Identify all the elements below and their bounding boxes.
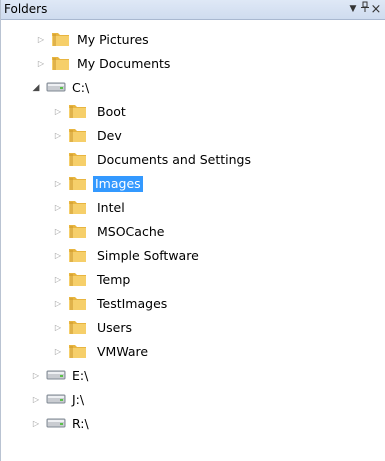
expand-arrow-icon[interactable]: ▷ <box>53 202 63 214</box>
expand-arrow-icon[interactable]: ▷ <box>36 58 46 70</box>
expand-arrow-icon[interactable]: ▷ <box>53 250 63 262</box>
folder-icon <box>68 318 88 336</box>
folders-panel: Folders ▼ × ▷ My Pictures ▷ My Documents… <box>0 0 385 461</box>
expand-arrow-icon[interactable]: ▷ <box>31 370 41 382</box>
tree-item-label: Images <box>93 176 143 192</box>
folder-icon <box>68 222 88 240</box>
folder-icon <box>68 150 88 168</box>
panel-title-bar: Folders ▼ × <box>1 0 385 20</box>
tree-item-label: E:\ <box>72 368 89 383</box>
folder-icon <box>68 174 88 192</box>
expand-arrow-icon[interactable]: ▷ <box>53 106 63 118</box>
folder-icon <box>68 270 88 288</box>
expand-arrow-icon[interactable]: ▷ <box>31 394 41 406</box>
folder-icon <box>68 294 88 312</box>
drive-icon <box>46 80 66 98</box>
drive-icon <box>46 392 66 410</box>
tree-item-label: R:\ <box>72 416 89 431</box>
expand-arrow-icon[interactable]: ▷ <box>53 130 63 142</box>
tree-item-label: My Documents <box>77 56 171 71</box>
collapse-arrow-icon[interactable]: ◢ <box>31 82 41 94</box>
expand-arrow-icon[interactable]: ▷ <box>53 298 63 310</box>
tree-item-label: Intel <box>97 200 125 215</box>
expand-arrow-icon[interactable]: ▷ <box>53 226 63 238</box>
folder-icon <box>68 342 88 360</box>
tree-item-label: J:\ <box>72 392 85 407</box>
folder-icon <box>68 126 88 144</box>
expand-arrow-icon[interactable]: ▷ <box>53 322 63 334</box>
tree-item-label: TestImages <box>97 296 168 311</box>
close-icon[interactable]: × <box>370 1 382 18</box>
expand-arrow-icon[interactable]: ▷ <box>53 346 63 358</box>
folder-icon <box>68 198 88 216</box>
expand-arrow-icon[interactable]: ▷ <box>53 274 63 286</box>
drive-icon <box>46 416 66 434</box>
tree-item-label: Dev <box>97 128 122 143</box>
dropdown-icon[interactable]: ▼ <box>347 1 359 18</box>
folder-icon <box>51 30 71 48</box>
tree-item-label: Users <box>97 320 133 335</box>
tree-item-label: Boot <box>97 104 126 119</box>
expand-arrow-icon[interactable]: ▷ <box>31 418 41 430</box>
tree-item-label: C:\ <box>72 80 90 95</box>
tree-item-label: Temp <box>97 272 131 287</box>
tree-item-label: My Pictures <box>77 32 149 47</box>
expand-arrow-icon[interactable]: ▷ <box>53 178 63 190</box>
tree-item-label: Simple Software <box>97 248 199 263</box>
tree-item-label: VMWare <box>97 344 149 359</box>
panel-title: Folders <box>4 2 48 16</box>
drive-icon <box>46 368 66 386</box>
tree-item-label: MSOCache <box>97 224 165 239</box>
tree-item-label: Documents and Settings <box>97 152 252 167</box>
folder-icon <box>68 246 88 264</box>
folder-icon <box>51 54 71 72</box>
folder-icon <box>68 102 88 120</box>
expand-arrow-icon[interactable]: ▷ <box>36 34 46 46</box>
